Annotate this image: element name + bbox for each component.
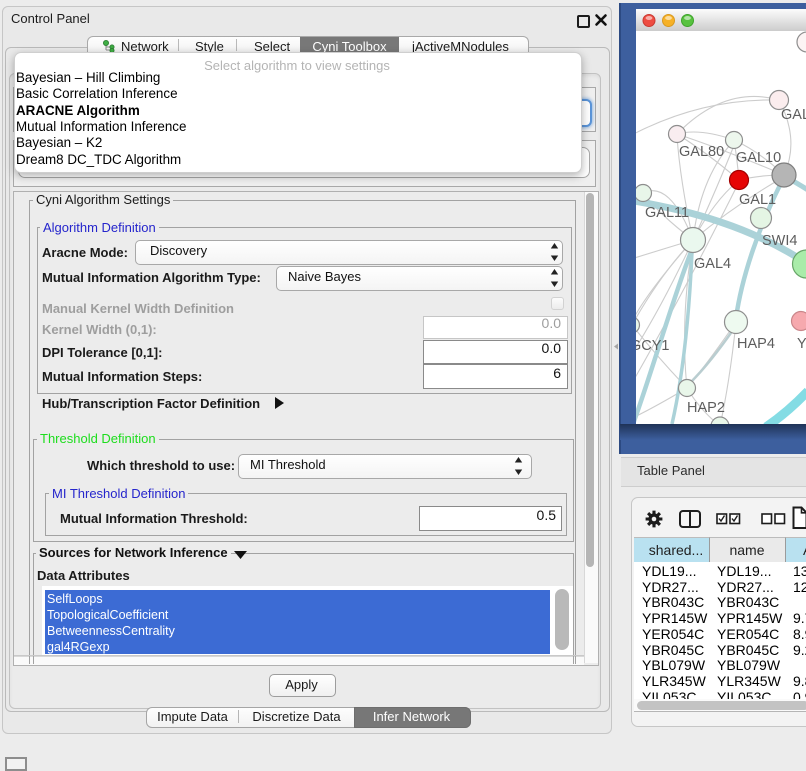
svg-text:GAL4: GAL4 (694, 256, 731, 272)
svg-text:GCY1: GCY1 (636, 338, 670, 354)
svg-text:GAL7: GAL7 (781, 107, 806, 123)
svg-text:GAL1: GAL1 (739, 192, 776, 208)
svg-text:SWI4: SWI4 (762, 233, 797, 249)
svg-text:Y: Y (797, 336, 806, 352)
svg-text:GAL11: GAL11 (645, 205, 689, 221)
svg-text:HAP4: HAP4 (737, 336, 775, 352)
svg-text:GAL80: GAL80 (679, 144, 724, 160)
svg-text:GAL10: GAL10 (736, 150, 781, 166)
svg-text:HAP2: HAP2 (687, 400, 725, 416)
